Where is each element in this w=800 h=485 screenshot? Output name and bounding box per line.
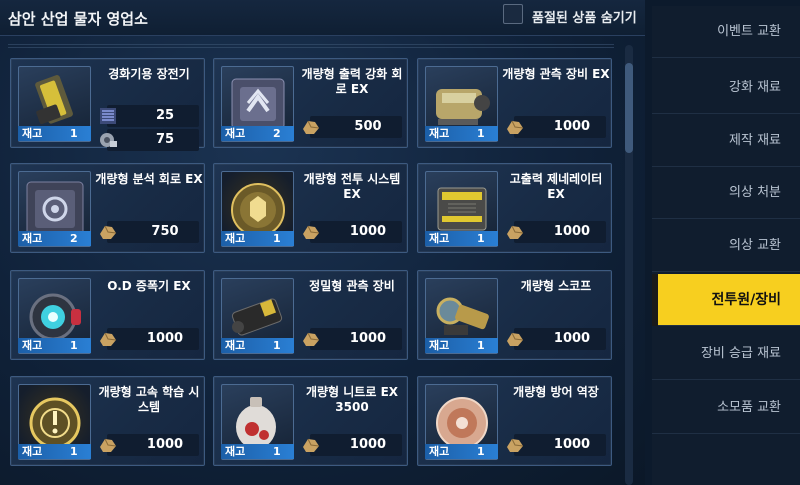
ore-currency-icon <box>504 116 526 138</box>
shop-item-card[interactable]: 재고 1 개량형 고속 학습 시스템 1000 <box>10 376 205 466</box>
sidebar-item-combatant-equipment[interactable]: 전투원/장비 <box>652 274 800 326</box>
ore-currency-icon <box>300 328 322 350</box>
ore-currency-icon <box>97 221 119 243</box>
ore-currency-icon <box>97 434 119 456</box>
price-tag: 750 <box>100 221 199 243</box>
shop-item-card[interactable]: 재고 1 개량형 전투 시스템 EX 1000 <box>213 163 408 253</box>
sidebar-item-event-exchange[interactable]: 이벤트 교환 <box>652 6 800 58</box>
price-tag: 1000 <box>303 328 402 350</box>
price-tag: 1000 <box>507 221 606 243</box>
ore-currency-icon <box>300 116 322 138</box>
item-name: 고출력 제네레이터 EX <box>509 172 603 201</box>
stock-badge: 재고 1 <box>425 126 498 141</box>
item-name: 개량형 출력 강화 회로 EX <box>301 67 403 96</box>
item-name: 개량형 니트로 EX 3500 <box>305 385 399 414</box>
shop-item-card[interactable]: 재고 1 개량형 스코프 1000 <box>417 270 612 360</box>
shop-title: 삼안 산업 물자 영업소 <box>8 10 148 28</box>
price-tag: 1000 <box>100 328 199 350</box>
price-tag: 500 <box>303 116 402 138</box>
stock-badge: 재고 1 <box>221 231 294 246</box>
item-name: 개량형 스코프 <box>520 279 592 293</box>
ore-currency-icon <box>300 221 322 243</box>
ore-currency-icon <box>97 328 119 350</box>
list-top-divider <box>8 44 614 48</box>
ore-currency-icon <box>504 328 526 350</box>
stock-badge: 재고 1 <box>425 444 498 459</box>
hide-soldout-label[interactable]: 품절된 상품 숨기기 <box>532 7 637 26</box>
stock-badge: 재고 1 <box>425 338 498 353</box>
stock-badge: 재고 2 <box>18 231 91 246</box>
hide-soldout-checkbox[interactable] <box>503 4 523 24</box>
shop-item-card[interactable]: 재고 1 O.D 증폭기 EX 1000 <box>10 270 205 360</box>
sidebar-item-costume-exchange[interactable]: 의상 교환 <box>652 220 800 272</box>
category-sidebar: 이벤트 교환 강화 재료 제작 재료 의상 처분 의상 교환 전투원/장비 장비… <box>652 6 800 485</box>
sidebar-item-craft-materials[interactable]: 제작 재료 <box>652 115 800 167</box>
price-tag: 1000 <box>303 434 402 456</box>
ore-currency-icon <box>504 221 526 243</box>
price-tag: 1000 <box>507 434 606 456</box>
item-name: 개량형 전투 시스템 EX <box>303 172 401 201</box>
item-name: 개량형 고속 학습 시스템 <box>98 385 200 414</box>
price-tag: 25 <box>100 105 199 127</box>
sidebar-item-costume-disposal[interactable]: 의상 처분 <box>652 167 800 219</box>
item-name: 개량형 관측 장비 EX <box>502 67 610 81</box>
stock-badge: 재고 1 <box>18 126 91 141</box>
shop-panel: 삼안 산업 물자 영업소 품절된 상품 숨기기 재고1 경화기용 장전기 25 <box>0 0 645 485</box>
stock-badge: 재고 1 <box>425 231 498 246</box>
shop-item-card[interactable]: 재고 2 개량형 출력 강화 회로 EX 500 <box>213 58 408 148</box>
sidebar-item-consumable-exchange[interactable]: 소모품 교환 <box>652 382 800 434</box>
title-bar: 삼안 산업 물자 영업소 품절된 상품 숨기기 <box>0 0 645 36</box>
stock-badge: 재고 1 <box>18 338 91 353</box>
gear-parts-icon <box>97 129 119 151</box>
stock-badge: 재고 1 <box>221 338 294 353</box>
shop-item-card[interactable]: 재고 1 개량형 관측 장비 EX 1000 <box>417 58 612 148</box>
item-name: O.D 증폭기 EX <box>107 279 191 293</box>
sidebar-item-enhance-materials[interactable]: 강화 재료 <box>652 62 800 114</box>
ore-currency-icon <box>300 434 322 456</box>
shop-item-card[interactable]: 재고 1 개량형 방어 역장 1000 <box>417 376 612 466</box>
ore-currency-icon <box>504 434 526 456</box>
item-name: 경화기용 장전기 <box>108 67 190 81</box>
sidebar-item-equipment-upgrade[interactable]: 장비 승급 재료 <box>652 328 800 380</box>
module-material-icon <box>97 105 119 127</box>
shop-item-card[interactable]: 재고 1 경화기용 장전기 25 75 <box>10 58 205 151</box>
item-name: 정밀형 관측 장비 <box>309 279 395 293</box>
stock-badge: 재고 2 <box>221 126 294 141</box>
price-tag: 1000 <box>507 328 606 350</box>
item-name: 개량형 방어 역장 <box>513 385 599 399</box>
price-tag: 1000 <box>303 221 402 243</box>
price-tag: 1000 <box>100 434 199 456</box>
scrollbar-thumb[interactable] <box>625 63 633 153</box>
item-name: 개량형 분석 회로 EX <box>95 172 203 186</box>
shop-item-card[interactable]: 재고 1 고출력 제네레이터 EX 1000 <box>417 163 612 253</box>
shop-item-card[interactable]: 재고 2 개량형 분석 회로 EX 750 <box>10 163 205 253</box>
stock-badge: 재고 1 <box>18 444 91 459</box>
price-tag: 1000 <box>507 116 606 138</box>
shop-item-card[interactable]: 재고 1 개량형 니트로 EX 3500 1000 <box>213 376 408 466</box>
stock-badge: 재고 1 <box>221 444 294 459</box>
shop-item-card[interactable]: 재고 1 정밀형 관측 장비 1000 <box>213 270 408 360</box>
price-tag: 75 <box>100 129 199 151</box>
